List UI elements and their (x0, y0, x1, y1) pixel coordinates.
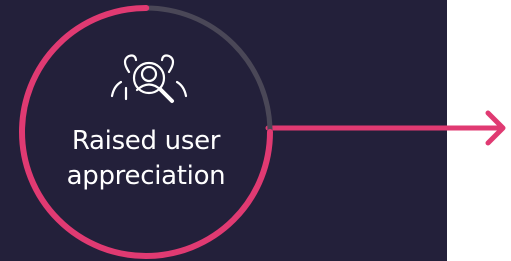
card-label: Raised user appreciation (36, 124, 256, 194)
diagram-canvas: Raised user appreciation (0, 0, 511, 261)
user-group-search-icon (110, 54, 188, 103)
card-label-line1: Raised user (71, 126, 221, 156)
card-label-line2: appreciation (66, 161, 226, 191)
